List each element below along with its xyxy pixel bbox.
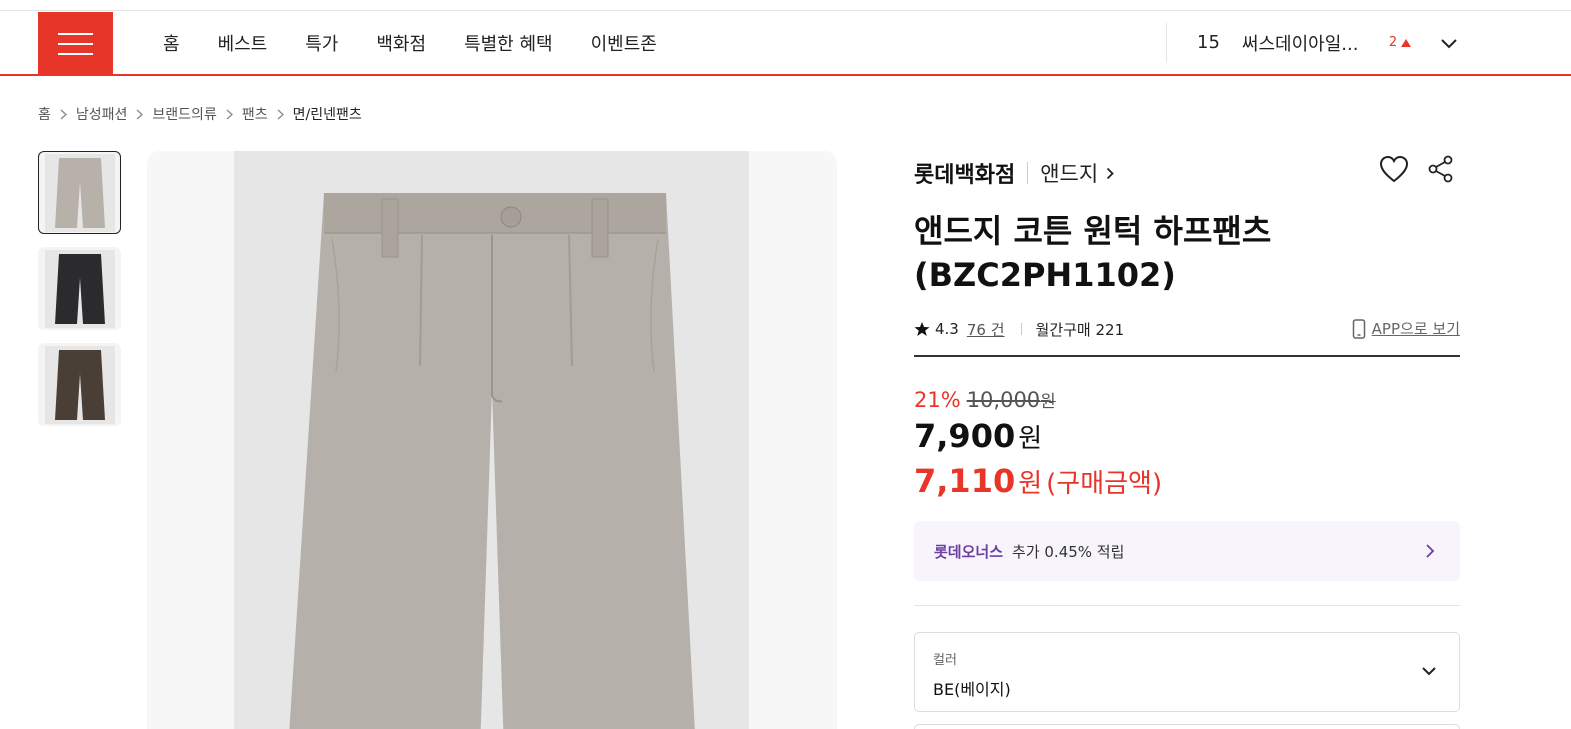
chevron-right-icon (226, 109, 233, 120)
hamburger-menu-button[interactable] (38, 12, 113, 75)
chevron-down-icon[interactable] (1438, 33, 1460, 55)
breadcrumb-brand-clothing[interactable]: 브랜드의류 (152, 104, 216, 124)
shorts-image (44, 153, 115, 232)
bonus-program-text: 추가 0.45% 적립 (1012, 542, 1125, 561)
smartphone-icon (1352, 318, 1365, 339)
section-divider (914, 605, 1460, 606)
final-price: 7,110 (914, 462, 1016, 500)
breadcrumb-pants[interactable]: 팬츠 (242, 104, 268, 124)
share-icon[interactable] (1426, 154, 1456, 184)
brand-link[interactable]: 앤드지 (1040, 158, 1114, 188)
view-in-app-link[interactable]: APP으로 보기 (1352, 318, 1460, 339)
thumbnail-beige[interactable] (38, 151, 121, 234)
lotte-owners-benefit[interactable]: 롯데오너스 추가 0.45% 적립 (914, 521, 1460, 581)
rating-value: 4.3 (935, 320, 959, 338)
view-in-app-label: APP으로 보기 (1371, 320, 1460, 338)
final-price-row: 7,110 원 (구매금액) (914, 462, 1162, 500)
brand-row: 롯데백화점 앤드지 (914, 157, 1114, 189)
monthly-sales: 월간구매 221 (1035, 320, 1125, 339)
discount-rate: 21% (914, 388, 961, 412)
shorts-image (44, 345, 115, 424)
breadcrumb-mens-fashion[interactable]: 남성패션 (76, 104, 128, 124)
rank-number: 15 (1197, 32, 1220, 53)
original-price-unit: 원 (1040, 392, 1056, 412)
nav-best[interactable]: 베스트 (218, 30, 268, 56)
main-product-image[interactable] (147, 151, 837, 729)
shorts-image (44, 249, 115, 328)
chevron-right-icon (136, 109, 144, 120)
discount-row: 21% 10,000 원 (914, 387, 1056, 412)
menu-line-icon (58, 52, 93, 55)
breadcrumb-home[interactable]: 홈 (38, 104, 51, 124)
final-price-note: (구매금액) (1046, 469, 1163, 499)
sale-price: 7,900 (914, 417, 1016, 455)
chevron-right-icon (60, 109, 67, 120)
nav-special-benefits[interactable]: 특별한 혜택 (464, 30, 553, 56)
rank-change: 2 (1388, 35, 1412, 50)
section-rule (914, 355, 1460, 357)
color-option-select[interactable]: 컬러 BE(베이지) (914, 632, 1460, 712)
option-value: BE(베이지) (933, 680, 1011, 699)
trending-keyword[interactable]: 15 써스데이아일... 2 (1197, 11, 1412, 74)
breadcrumb: 홈 남성패션 브랜드의류 팬츠 면/린넨팬츠 (38, 104, 362, 124)
chevron-right-icon (1426, 544, 1435, 558)
final-price-unit: 원 (1018, 469, 1043, 499)
nav-deals[interactable]: 특가 (305, 30, 338, 56)
original-price: 10,000 (966, 388, 1041, 412)
nav-home[interactable]: 홈 (163, 30, 180, 56)
store-brand[interactable]: 롯데백화점 (914, 157, 1015, 189)
main-nav: 홈 베스트 특가 백화점 특별한 혜택 이벤트존 (163, 11, 695, 74)
sale-price-unit: 원 (1018, 424, 1043, 454)
site-header: 홈 베스트 특가 백화점 특별한 혜택 이벤트존 15 써스데이아일... 2 (0, 11, 1571, 76)
shorts-photo (289, 193, 695, 729)
chevron-right-icon (277, 109, 284, 120)
rank-keyword: 써스데이아일... (1241, 33, 1359, 55)
product-title: 앤드지 코튼 원턱 하프팬츠 (BZC2PH1102) (914, 212, 1272, 294)
review-count-link[interactable]: 76 건 (967, 319, 1005, 340)
breadcrumb-cotton-linen-pants[interactable]: 면/린넨팬츠 (293, 104, 362, 124)
menu-line-icon (58, 42, 93, 45)
menu-line-icon (58, 32, 93, 35)
chevron-down-icon (1422, 667, 1436, 676)
heart-icon[interactable] (1379, 154, 1409, 184)
star-icon (914, 322, 930, 336)
rank-divider (1166, 23, 1167, 63)
bonus-program-name: 롯데오너스 (934, 542, 1004, 561)
option-label: 컬러 (933, 653, 957, 668)
next-option-select[interactable] (914, 724, 1460, 729)
nav-event-zone[interactable]: 이벤트존 (591, 30, 657, 56)
rank-up-icon (1401, 38, 1412, 47)
rank-change-value: 2 (1388, 35, 1398, 50)
thumbnail-brown[interactable] (38, 343, 121, 426)
sale-price-row: 7,900 원 (914, 417, 1042, 455)
nav-department-store[interactable]: 백화점 (376, 30, 426, 56)
brand-name: 앤드지 (1040, 162, 1099, 186)
meta-divider (1020, 323, 1022, 335)
product-meta: 4.3 76 건 월간구매 221 APP으로 보기 (914, 318, 1460, 340)
thumbnail-black[interactable] (38, 247, 121, 330)
chevron-right-icon (1107, 167, 1114, 179)
brand-divider (1027, 162, 1029, 184)
